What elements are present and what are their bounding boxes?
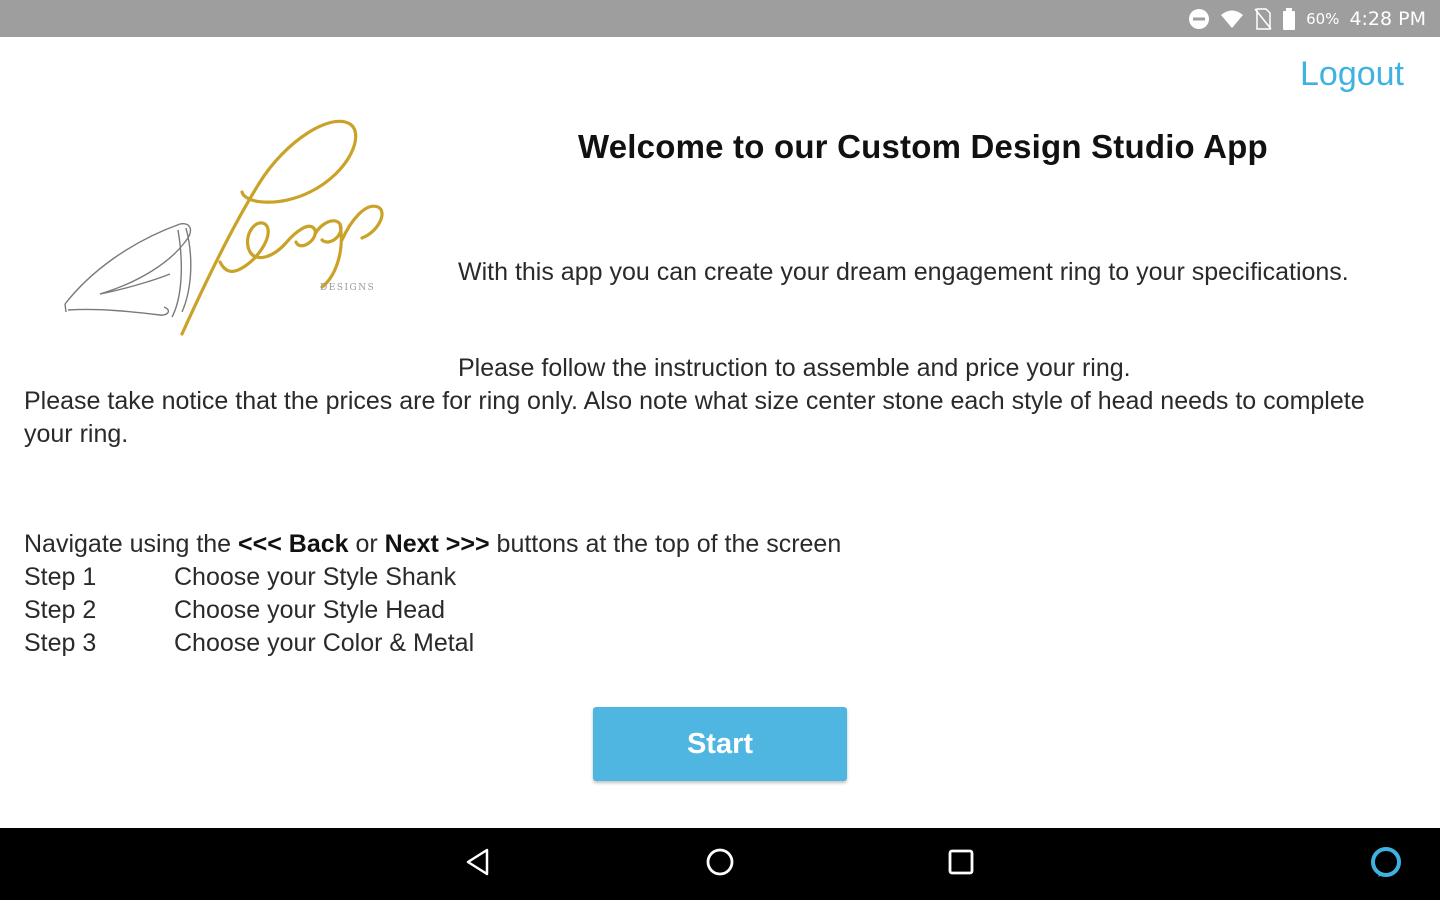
battery-icon bbox=[1282, 7, 1296, 30]
start-button[interactable]: Start bbox=[593, 707, 847, 781]
step-text: Choose your Color & Metal bbox=[174, 629, 475, 657]
no-sim-icon bbox=[1254, 7, 1272, 30]
instruction-paragraph: Please follow the instruction to assembl… bbox=[458, 354, 1131, 382]
status-bar: 60% 4:28 PM bbox=[0, 0, 1440, 37]
price-notice-paragraph: Please take notice that the prices are f… bbox=[24, 387, 1365, 448]
step-text: Choose your Style Head bbox=[174, 596, 445, 624]
step-row: Step 3 Choose your Color & Metal bbox=[24, 627, 474, 660]
step-number: Step 1 bbox=[24, 563, 97, 591]
home-button[interactable] bbox=[684, 828, 756, 900]
alexa-button[interactable] bbox=[1350, 828, 1422, 900]
steps-list: Step 1 Choose your Style Shank Step 2 Ch… bbox=[24, 561, 474, 660]
battery-percent: 60% bbox=[1306, 9, 1340, 28]
step-number: Step 3 bbox=[24, 629, 97, 657]
logout-link[interactable]: Logout bbox=[1300, 55, 1404, 94]
logo-designs-text: DESIGNS bbox=[320, 283, 375, 293]
page-title: Welcome to our Custom Design Studio App bbox=[578, 128, 1268, 165]
step-number: Step 2 bbox=[24, 596, 97, 624]
wifi-icon bbox=[1220, 9, 1244, 29]
step-row: Step 2 Choose your Style Head bbox=[24, 594, 474, 627]
nav-instr-suffix: buttons at the top of the screen bbox=[489, 530, 842, 558]
status-icons: 60% 4:28 PM bbox=[1188, 0, 1426, 37]
recents-icon bbox=[946, 847, 976, 881]
recents-button[interactable] bbox=[925, 828, 997, 900]
nav-instr-back: <<< Back bbox=[238, 530, 349, 558]
alexa-icon bbox=[1368, 844, 1404, 884]
rego-designs-logo: DESIGNS bbox=[60, 112, 410, 344]
home-icon bbox=[704, 846, 736, 882]
back-button[interactable] bbox=[442, 828, 514, 900]
system-nav-bar bbox=[0, 828, 1440, 900]
clock: 4:28 PM bbox=[1349, 7, 1426, 30]
nav-instr-middle: or bbox=[348, 530, 385, 558]
nav-instr-prefix: Navigate using the bbox=[24, 530, 239, 558]
step-text: Choose your Style Shank bbox=[174, 563, 457, 591]
back-icon bbox=[463, 847, 493, 881]
intro-paragraph: With this app you can create your dream … bbox=[458, 258, 1349, 286]
step-row: Step 1 Choose your Style Shank bbox=[24, 561, 474, 594]
navigation-instructions: Navigate using the <<< Back or Next >>> … bbox=[24, 528, 841, 561]
do-not-disturb-icon bbox=[1188, 8, 1210, 30]
nav-instr-next: Next >>> bbox=[384, 530, 490, 558]
